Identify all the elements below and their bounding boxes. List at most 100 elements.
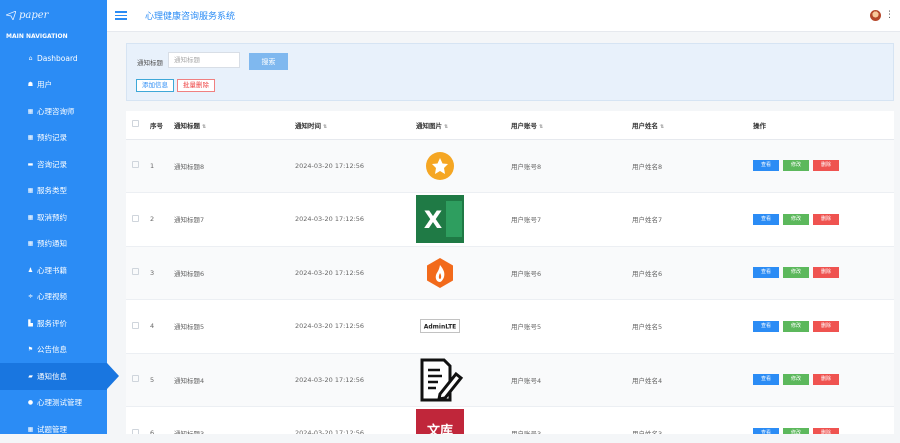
avatar[interactable] [870, 10, 881, 21]
logo[interactable]: paper [0, 0, 107, 30]
table-row[interactable]: 1 通知标题8 2024-03-20 17:12:56 用户账号8 用户姓名8 查看 修改删… [126, 139, 894, 193]
view-button[interactable]: 查看 [753, 320, 779, 332]
adminlte-logo-icon[interactable]: AdminLTE [416, 302, 464, 350]
bar-chart-icon: ▙ [28, 319, 33, 327]
cell-image: 文库 [416, 406, 511, 434]
sliders-icon: ≑ [27, 293, 34, 301]
sidebar-item[interactable]: ≑ 心理视频 [0, 284, 107, 311]
sort-icon: ⇅ [444, 123, 449, 130]
view-button[interactable]: 查看 [753, 427, 779, 434]
sort-icon: ⇅ [539, 123, 544, 130]
select-all-checkbox[interactable] [132, 120, 139, 128]
row-checkbox[interactable] [132, 214, 139, 222]
edit-button[interactable]: 修改 [783, 374, 809, 386]
col-name[interactable]: 用户姓名 ⇅ [632, 111, 753, 140]
sidebar-item[interactable]: ⚑ 公告信息 [0, 337, 107, 364]
view-button[interactable]: 查看 [753, 160, 779, 172]
edit-button[interactable]: 修改 [783, 320, 809, 332]
search-input[interactable] [168, 52, 240, 68]
edit-button[interactable]: 修改 [783, 160, 809, 172]
col-title[interactable]: 通知标题 ⇅ [174, 111, 295, 140]
sidebar-item[interactable]: ▦ 预约通知 [0, 231, 107, 258]
sidebar-item-label: 服务评价 [37, 318, 67, 328]
sidebar-item-label: 预约通知 [37, 239, 67, 249]
wenku-logo-text: 文库 [427, 423, 453, 434]
cell-actions: 查看 修改 删除 [753, 299, 894, 354]
more-vertical-icon[interactable]: ⋮ [885, 11, 894, 20]
table-row[interactable]: 4 通知标题5 2024-03-20 17:12:56 AdminLTE 用户账号5 用户… [126, 299, 894, 354]
edit-button[interactable]: 修改 [783, 213, 809, 225]
svg-text:X: X [424, 206, 443, 234]
row-checkbox[interactable] [132, 161, 139, 169]
table-row[interactable]: 6通知标题32024-03-20 17:12:56 文库 用户账号3用户姓名3查看修… [126, 406, 894, 434]
sidebar-item-label: 取消预约 [37, 212, 67, 222]
wenku-logo-icon[interactable]: 文库 [416, 409, 464, 434]
cell-name: 用户姓名8 [632, 139, 753, 193]
user-group-icon: ☗ [27, 81, 34, 89]
col-actions: 操作 [753, 111, 894, 140]
sidebar-item[interactable]: ▦ 心理咨询师 [0, 98, 107, 125]
delete-button[interactable]: 删除 [813, 213, 839, 225]
edit-button[interactable]: 修改 [783, 267, 809, 279]
grid-icon: ▦ [27, 107, 34, 115]
row-checkbox[interactable] [132, 428, 139, 434]
sidebar-item-label: 咨询记录 [37, 159, 67, 169]
sidebar-item[interactable]: ▬ 咨询记录 [0, 151, 107, 178]
comment-icon: ▬ [27, 160, 34, 168]
view-button[interactable]: 查看 [753, 213, 779, 225]
row-checkbox[interactable] [132, 375, 139, 383]
cell-name: 用户姓名5 [632, 299, 753, 354]
cell-account: 用户账号4 [511, 353, 632, 407]
sidebar-item-label: 心理测试管理 [37, 398, 82, 408]
sidebar-item[interactable]: ☗ 用户 [0, 72, 107, 99]
sidebar-item[interactable]: ♟ 心理书籍 [0, 257, 107, 284]
cell-name: 用户姓名6 [632, 246, 753, 300]
logo-text: paper [19, 9, 49, 21]
row-checkbox[interactable] [132, 268, 139, 276]
cell-index: 6 [150, 406, 174, 434]
document-pen-icon[interactable] [416, 356, 464, 404]
sidebar-item[interactable]: ⌂ Dashboard [0, 45, 107, 72]
row-checkbox[interactable] [132, 321, 139, 329]
batch-delete-button[interactable]: 批量删除 [177, 79, 215, 92]
nav-section-title: MAIN NAVIGATION [6, 33, 68, 40]
table-row[interactable]: 3 通知标题6 2024-03-20 17:12:56 用户账号6 用户姓名6 查看 修改删… [126, 246, 894, 300]
user-icon: ♟ [27, 266, 34, 274]
delete-button[interactable]: 删除 [813, 320, 839, 332]
sidebar-item[interactable]: ▦ 服务类型 [0, 178, 107, 205]
col-time[interactable]: 通知时间 ⇅ [295, 111, 416, 140]
delete-button[interactable]: 删除 [813, 160, 839, 172]
sidebar-item[interactable]: ▦ 预约记录 [0, 125, 107, 152]
table-row[interactable]: 2 通知标题7 2024-03-20 17:12:56 X 用户账号7 用户姓名7 查看 修改… [126, 192, 894, 247]
flame-hexagon-icon[interactable] [416, 249, 464, 297]
menu-toggle-icon[interactable] [115, 11, 127, 20]
delete-button[interactable]: 删除 [813, 427, 839, 434]
sidebar-item[interactable]: ▦ 取消预约 [0, 204, 107, 231]
sidebar-item[interactable]: ▙ 服务评价 [0, 310, 107, 337]
search-button[interactable]: 搜索 [249, 53, 288, 70]
table-row[interactable]: 5 通知标题4 2024-03-20 17:12:56 用户账号4 用户姓名4 查看 修改删… [126, 353, 894, 407]
sidebar-item-label: 服务类型 [37, 186, 67, 196]
cell-actions: 查看 修改 删除 [753, 406, 894, 434]
col-title-label: 通知标题 [174, 121, 200, 130]
cell-time: 2024-03-20 17:12:56 [295, 299, 416, 354]
view-button[interactable]: 查看 [753, 374, 779, 386]
view-button[interactable]: 查看 [753, 267, 779, 279]
edit-button[interactable]: 修改 [783, 427, 809, 434]
grid-icon: ▦ [27, 187, 34, 195]
star-badge-icon[interactable] [416, 142, 464, 190]
excel-logo-icon[interactable]: X [416, 195, 464, 244]
col-account[interactable]: 用户账号 ⇅ [511, 111, 632, 140]
sidebar-item[interactable]: ▦ 试题管理 [0, 416, 107, 443]
col-index: 序号 [150, 111, 174, 140]
sidebar-item[interactable]: ▰ 通知信息 [0, 363, 119, 390]
search-panel: 通知标题 搜索 添加信息 批量删除 [126, 43, 894, 101]
grid-icon: ▦ [27, 425, 34, 433]
add-button[interactable]: 添加信息 [136, 79, 174, 92]
sidebar-item[interactable]: ● 心理测试管理 [0, 390, 107, 417]
sidebar-item-label: 通知信息 [37, 371, 67, 381]
delete-button[interactable]: 删除 [813, 374, 839, 386]
delete-button[interactable]: 删除 [813, 267, 839, 279]
col-name-label: 用户姓名 [632, 121, 658, 130]
col-image[interactable]: 通知图片 ⇅ [416, 111, 511, 140]
